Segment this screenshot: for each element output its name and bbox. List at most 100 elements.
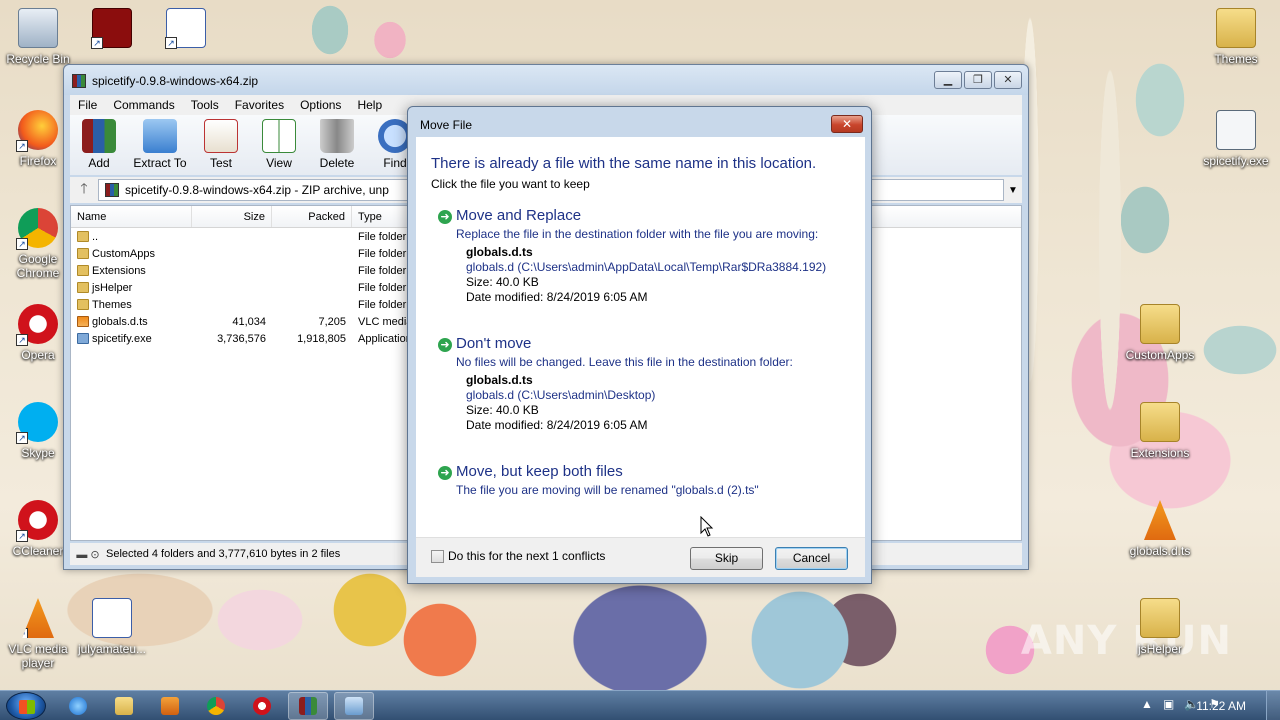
firefox-icon: ↗ <box>16 110 58 152</box>
desktop-icon-extensions[interactable]: Extensions <box>1122 402 1198 460</box>
winrar-icon <box>72 74 86 88</box>
drive-icon: ▬ ⊙ <box>76 548 100 561</box>
taskbar-media-player[interactable] <box>150 692 190 720</box>
word-document-icon <box>92 598 132 638</box>
desktop-icon-acrobat[interactable]: ↗ <box>74 8 150 52</box>
desktop-icon-recycle-bin[interactable]: Recycle Bin <box>0 8 76 66</box>
desktop-icon-jshelper[interactable]: jsHelper <box>1122 598 1198 656</box>
folder-icon <box>1140 598 1180 638</box>
dialog-body: There is already a file with the same na… <box>416 137 865 537</box>
menu-file[interactable]: File <box>70 98 105 112</box>
folder-icon <box>77 282 89 293</box>
column-packed[interactable]: Packed <box>272 206 352 227</box>
dialog-close-button[interactable]: ✕ <box>831 115 863 133</box>
folder-icon <box>1216 8 1256 48</box>
taskbar-ie[interactable] <box>58 692 98 720</box>
media-player-icon <box>161 697 179 715</box>
word-document-icon: ↗ <box>165 8 206 49</box>
view-button[interactable]: View <box>250 115 308 175</box>
apply-to-all-checkbox[interactable]: Do this for the next 1 conflicts <box>431 549 605 563</box>
test-button[interactable]: Test <box>192 115 250 175</box>
folder-icon <box>1140 402 1180 442</box>
vlc-cone-icon: ↗ <box>22 598 54 638</box>
book-view-icon <box>262 119 296 153</box>
menu-tools[interactable]: Tools <box>183 98 227 112</box>
chrome-icon <box>207 697 225 715</box>
status-text: Selected 4 folders and 3,777,610 bytes i… <box>106 548 341 560</box>
recycle-bin-icon <box>18 8 58 48</box>
taskbar-opera[interactable] <box>242 692 282 720</box>
desktop-icon-julyamateur[interactable]: julyamateu... <box>74 598 150 656</box>
folder-icon <box>1140 304 1180 344</box>
desktop-icon-spicetify-exe[interactable]: spicetify.exe <box>1198 110 1274 168</box>
trash-icon <box>320 119 354 153</box>
menu-help[interactable]: Help <box>349 98 390 112</box>
opera-icon <box>253 697 271 715</box>
dialog-title: Move File <box>420 118 473 132</box>
move-file-dialog: Move File ✕ There is already a file with… <box>407 106 872 584</box>
column-name[interactable]: Name <box>71 206 192 227</box>
vlc-cone-icon <box>1144 500 1176 540</box>
close-button[interactable]: ✕ <box>994 71 1022 89</box>
skip-button[interactable]: Skip <box>690 547 763 570</box>
desktop-icon-word-doc-top[interactable]: ↗ <box>148 8 224 52</box>
chrome-icon: ↗ <box>16 208 58 250</box>
delete-button[interactable]: Delete <box>308 115 366 175</box>
folder-icon <box>77 299 89 310</box>
clipboard-check-icon <box>204 119 238 153</box>
taskbar: ▲ ▣ 🔈 ⚑ 11:22 AM <box>0 690 1280 720</box>
taskbar-chrome[interactable] <box>196 692 236 720</box>
mouse-cursor-icon <box>700 516 714 537</box>
dialog-subheading: Click the file you want to keep <box>431 177 590 191</box>
winrar-titlebar[interactable]: spicetify-0.9.8-windows-x64.zip ▁ ❐ ✕ <box>64 65 1028 95</box>
source-file-info: globals.d.ts globals.d (C:\Users\admin\A… <box>466 245 827 304</box>
up-arrow-icon[interactable]: 🡑 <box>70 178 98 202</box>
menu-commands[interactable]: Commands <box>105 98 182 112</box>
application-icon <box>77 333 89 344</box>
desktop-icon-globals[interactable]: globals.d.ts <box>1122 500 1198 558</box>
folder-icon <box>77 248 89 259</box>
chevron-up-icon[interactable]: ▲ <box>1141 697 1153 711</box>
add-button[interactable]: Add <box>70 115 128 175</box>
taskbar-explorer[interactable] <box>104 692 144 720</box>
desktop-icon-themes[interactable]: Themes <box>1198 8 1274 66</box>
destination-file-info: globals.d.ts globals.d (C:\Users\admin\D… <box>466 373 656 432</box>
winrar-icon <box>299 697 317 715</box>
internet-explorer-icon <box>69 697 87 715</box>
desktop-icon-vlc[interactable]: ↗ VLC media player <box>0 598 76 670</box>
dialog-heading: There is already a file with the same na… <box>431 155 817 172</box>
checkbox[interactable] <box>431 549 444 563</box>
start-button[interactable] <box>6 692 46 720</box>
clock[interactable]: 11:22 AM <box>1196 699 1246 713</box>
taskbar-dialog[interactable] <box>334 692 374 720</box>
chevron-down-icon[interactable]: ▼ <box>1004 185 1022 196</box>
extract-to-button[interactable]: Extract To <box>128 115 192 175</box>
green-arrow-icon: ➜ <box>438 210 452 224</box>
green-arrow-icon: ➜ <box>438 338 452 352</box>
cancel-button[interactable]: Cancel <box>775 547 848 570</box>
archive-add-icon <box>82 119 116 153</box>
folder-extract-icon <box>143 119 177 153</box>
green-arrow-icon: ➜ <box>438 466 452 480</box>
winrar-title: spicetify-0.9.8-windows-x64.zip <box>92 74 259 88</box>
folder-icon <box>77 265 89 276</box>
window-icon <box>345 697 363 715</box>
vlc-file-icon <box>77 316 89 327</box>
dialog-footer: Do this for the next 1 conflicts Skip Ca… <box>416 537 865 577</box>
windows-logo-icon <box>19 700 35 714</box>
zip-icon <box>105 183 119 197</box>
network-icon[interactable]: ▣ <box>1163 697 1174 711</box>
skype-icon: ↗ <box>16 402 58 444</box>
acrobat-icon: ↗ <box>91 8 132 49</box>
show-desktop-button[interactable] <box>1266 691 1280 720</box>
application-icon <box>1216 110 1256 150</box>
column-size[interactable]: Size <box>192 206 272 227</box>
taskbar-winrar[interactable] <box>288 692 328 720</box>
menu-options[interactable]: Options <box>292 98 349 112</box>
minimize-button[interactable]: ▁ <box>934 71 962 89</box>
desktop-icon-customapps[interactable]: CustomApps <box>1122 304 1198 362</box>
folder-icon <box>77 231 89 242</box>
menu-favorites[interactable]: Favorites <box>227 98 292 112</box>
maximize-button[interactable]: ❐ <box>964 71 992 89</box>
folder-icon <box>115 697 133 715</box>
